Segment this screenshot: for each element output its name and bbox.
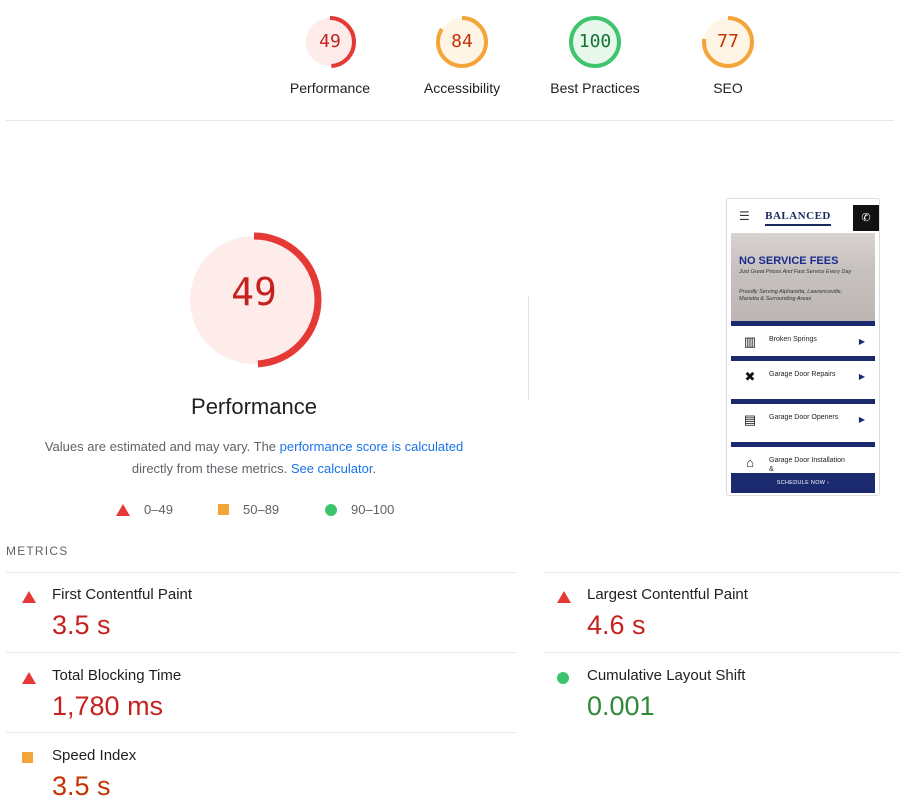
schedule-now-button: SCHEDULE NOW › xyxy=(731,473,875,493)
gauge-label: Performance xyxy=(289,80,371,96)
hero-subtitle-2: Proudly Serving Alpharetta, Lawrencevill… xyxy=(739,289,843,302)
service-label: Garage Door Installation & xyxy=(769,457,845,473)
legend-range: 0–49 xyxy=(144,502,173,517)
legend-fail: 0–49 xyxy=(116,502,173,517)
divider xyxy=(6,120,894,121)
opener-icon: ▤ xyxy=(743,412,757,427)
legend-pass: 90–100 xyxy=(325,502,394,517)
service-label: Broken Springs xyxy=(769,336,817,343)
gauge-score: 49 xyxy=(319,31,341,52)
vertical-divider xyxy=(528,296,529,400)
spring-icon: ▥ xyxy=(743,334,757,349)
metric-label: Speed Index xyxy=(52,747,137,764)
metric-label: First Contentful Paint xyxy=(52,586,193,603)
triangle-icon xyxy=(22,591,36,603)
legend-average: 50–89 xyxy=(218,502,279,517)
menu-icon: ☰ xyxy=(739,209,750,223)
gauge-label: SEO xyxy=(713,80,743,96)
hero-title: NO SERVICE FEES xyxy=(739,255,839,267)
metric-label: Total Blocking Time xyxy=(52,667,182,684)
triangle-icon xyxy=(557,591,571,603)
chevron-right-icon: ▶ xyxy=(858,415,865,424)
gauge-score: 77 xyxy=(717,31,739,52)
divider xyxy=(6,652,516,653)
square-icon xyxy=(22,752,33,763)
final-screenshot-thumbnail[interactable]: ☰ BALANCED ✆ NO SERVICE FEES Just Great … xyxy=(726,198,880,496)
metric-value: 4.6 s xyxy=(587,610,646,640)
desc-text: Values are estimated and may vary. The xyxy=(44,439,280,454)
gauge-seo[interactable]: 77 SEO xyxy=(668,14,788,96)
desc-text: . xyxy=(372,461,377,476)
metrics-header: METRICS xyxy=(6,544,69,558)
tools-icon: ✖ xyxy=(744,369,756,384)
service-label: Garage Door Repairs xyxy=(769,371,836,378)
chevron-right-icon: ▶ xyxy=(858,372,865,381)
performance-title: Performance xyxy=(191,394,317,419)
gauge-accessibility[interactable]: 84 Accessibility xyxy=(402,14,522,96)
metric-label: Cumulative Layout Shift xyxy=(587,667,746,684)
desc-text: directly from these metrics. xyxy=(131,461,291,476)
see-calculator-link[interactable]: See calculator xyxy=(291,461,373,476)
metric-label: Largest Contentful Paint xyxy=(587,586,748,603)
service-label: Garage Door Openers xyxy=(769,414,839,421)
brand-logo: BALANCED xyxy=(765,210,831,226)
hero-subtitle: Just Great Prices And Fast Service Every… xyxy=(739,269,852,275)
performance-score: 49 xyxy=(231,270,277,314)
circle-icon xyxy=(325,503,337,516)
gauge-label: Best Practices xyxy=(550,80,640,96)
legend-range: 90–100 xyxy=(351,502,395,517)
divider xyxy=(544,572,900,573)
gauge-best-practices[interactable]: 100 Best Practices xyxy=(535,14,655,96)
score-calculated-link[interactable]: performance score is calculated xyxy=(280,439,464,454)
square-icon xyxy=(218,504,229,515)
metric-value: 1,780 ms xyxy=(52,691,164,721)
performance-description: Values are estimated and may vary. The p… xyxy=(20,436,488,480)
gauge-score: 100 xyxy=(578,31,612,52)
triangle-icon xyxy=(22,672,36,684)
divider xyxy=(6,732,516,733)
phone-call-icon: ✆ xyxy=(853,205,879,231)
gauge-label: Accessibility xyxy=(423,80,501,96)
service-item: ▤ Garage Door Openers ▶ xyxy=(731,404,875,440)
garage-icon: ⌂ xyxy=(746,455,754,470)
gauge-score: 84 xyxy=(451,31,473,52)
metric-value: 0.001 xyxy=(587,691,655,721)
circle-icon xyxy=(557,672,569,684)
divider xyxy=(6,572,516,573)
legend-range: 50–89 xyxy=(243,502,280,517)
hero-banner: NO SERVICE FEES Just Great Prices And Fa… xyxy=(731,233,875,321)
service-item: ✖ Garage Door Repairs ▶ xyxy=(731,361,875,397)
metric-value: 3.5 s xyxy=(52,610,111,640)
triangle-icon xyxy=(116,503,130,516)
chevron-right-icon: ▶ xyxy=(858,337,865,346)
phone-header: ☰ BALANCED ✆ xyxy=(727,199,879,233)
divider xyxy=(544,652,900,653)
gauge-performance[interactable]: 49 Performance xyxy=(270,14,390,96)
metric-value: 3.5 s xyxy=(52,771,111,801)
